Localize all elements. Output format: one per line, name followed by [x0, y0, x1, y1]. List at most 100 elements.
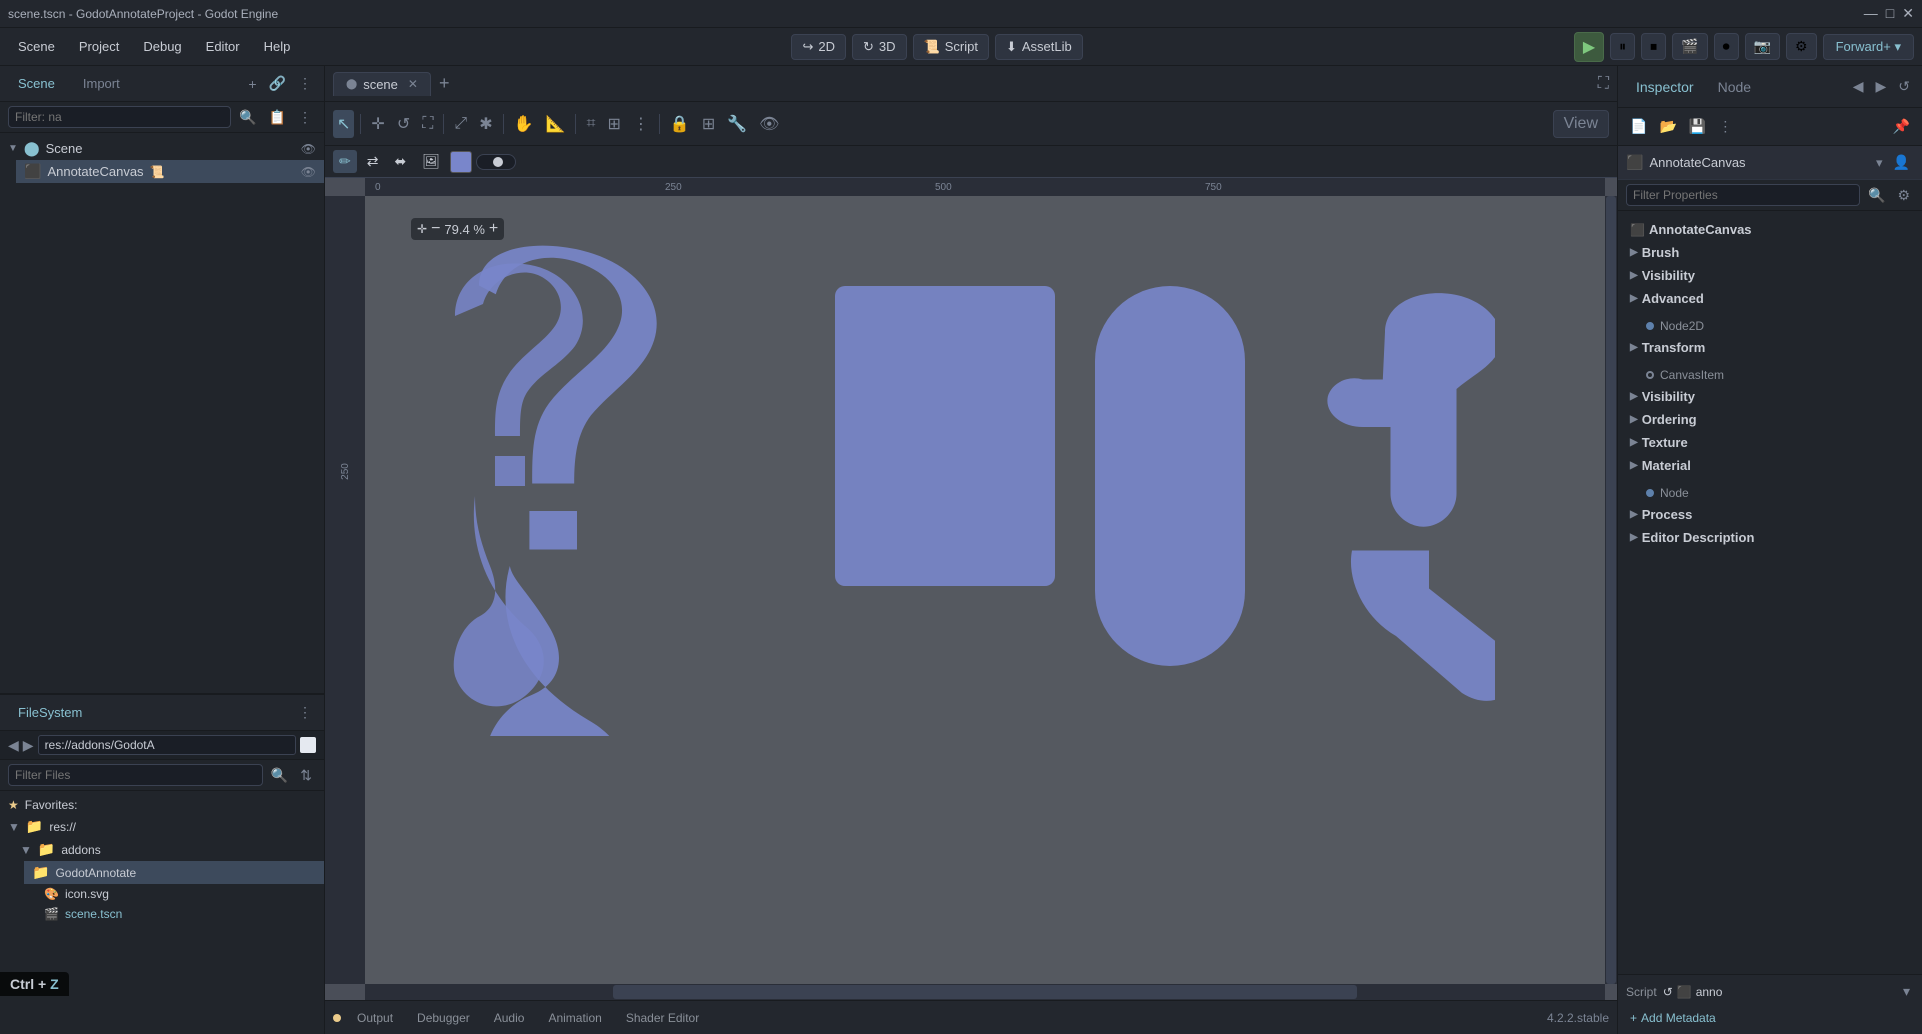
section-visibility2-header[interactable]: ▶ Visibility	[1626, 385, 1914, 408]
menu-scene[interactable]: Scene	[8, 35, 65, 58]
file-item-res[interactable]: ▼ 📁 res://	[0, 815, 324, 838]
tab-expand-btn[interactable]: ⛶	[1598, 75, 1609, 93]
titlebar-controls[interactable]: — □ ✕	[1864, 5, 1914, 22]
path-back-btn[interactable]: ◀	[8, 737, 19, 754]
toolbar-2d-btn[interactable]: ↪ 2D	[791, 34, 846, 60]
tab-inspector[interactable]: Inspector	[1626, 75, 1704, 99]
filter-props-input[interactable]	[1626, 184, 1860, 206]
menu-project[interactable]: Project	[69, 35, 129, 58]
mode-arrows-btn[interactable]: ⇄	[361, 150, 385, 173]
tree-item-scene[interactable]: ▼ ⬤ Scene 👁	[0, 137, 324, 160]
zoom-out-btn[interactable]: −	[431, 220, 440, 238]
file-item-addons[interactable]: ▼ 📁 addons	[12, 838, 324, 861]
tab-output[interactable]: Output	[347, 1008, 403, 1028]
tab-import[interactable]: Import	[73, 72, 130, 95]
move-tool-btn[interactable]: ✛	[367, 110, 388, 138]
scrollbar-vertical[interactable]	[1605, 196, 1617, 984]
link-btn[interactable]: 🔗	[265, 73, 290, 94]
grid-snap-btn[interactable]: ⊞	[604, 110, 625, 138]
add-meta-btn[interactable]: + Add Metadata	[1626, 1008, 1914, 1028]
file-search-icon[interactable]: 🔍	[267, 765, 292, 786]
inspector-forward-btn[interactable]: ▶	[1871, 76, 1890, 97]
brush-size-slider[interactable]	[476, 154, 516, 170]
maximize-btn[interactable]: □	[1886, 5, 1894, 22]
section-brush-header[interactable]: ▶ Brush	[1626, 241, 1914, 264]
file-item-godot-annotate[interactable]: 📁 GodotAnnotate	[24, 861, 324, 884]
inspector-node-options-btn[interactable]: 👤	[1889, 152, 1914, 173]
play-button[interactable]: ▶	[1574, 32, 1604, 62]
section-editor-description-header[interactable]: ▶ Editor Description	[1626, 526, 1914, 549]
inspector-history-btn[interactable]: ↺	[1894, 76, 1914, 97]
open-script-btn[interactable]: 📂	[1655, 116, 1680, 137]
color-swatch[interactable]	[450, 151, 472, 173]
inspector-back-btn[interactable]: ◀	[1849, 76, 1868, 97]
camera-button[interactable]: 📷	[1745, 33, 1780, 60]
step-button[interactable]: 🎬	[1672, 33, 1707, 60]
file-sort-btn[interactable]: ⇅	[296, 765, 316, 786]
stop-button[interactable]: ⏹	[1641, 33, 1666, 60]
tab-animation[interactable]: Animation	[538, 1008, 611, 1028]
section-process-header[interactable]: ▶ Process	[1626, 503, 1914, 526]
menu-help[interactable]: Help	[254, 35, 301, 58]
scrollbar-horizontal[interactable]	[365, 984, 1605, 1000]
group-btn[interactable]: ⊞	[698, 110, 719, 138]
menu-editor[interactable]: Editor	[196, 35, 250, 58]
tab-node[interactable]: Node	[1708, 75, 1761, 99]
file-filter-input[interactable]	[8, 764, 263, 786]
tab-add-btn[interactable]: +	[433, 73, 456, 94]
tab-scene[interactable]: Scene	[8, 72, 65, 95]
tab-debugger[interactable]: Debugger	[407, 1008, 480, 1028]
script-options-btn[interactable]: ⋮	[1714, 116, 1736, 137]
tab-audio[interactable]: Audio	[484, 1008, 535, 1028]
mode-image-btn[interactable]: 🖼	[416, 150, 446, 173]
script-refresh-icon[interactable]: ↺	[1663, 985, 1673, 999]
section-visibility-header[interactable]: ▶ Visibility	[1626, 264, 1914, 287]
section-material-header[interactable]: ▶ Material	[1626, 454, 1914, 477]
transform-tool-btn[interactable]: ⤢	[450, 111, 471, 137]
view-dropdown-btn[interactable]: View	[1553, 110, 1609, 138]
mode-pencil-btn[interactable]: ✏	[333, 150, 357, 173]
scrollbar-thumb-h[interactable]	[613, 985, 1357, 999]
select-tool-btn[interactable]: ↖	[333, 110, 354, 138]
tab-filesystem[interactable]: FileSystem	[8, 701, 92, 724]
rotate-tool-btn[interactable]: ↺	[393, 110, 414, 138]
inspector-pin-btn[interactable]: 📌	[1889, 116, 1914, 137]
filter-props-search-icon[interactable]: 🔍	[1864, 185, 1889, 206]
section-annotate-canvas-header[interactable]: ⬛ AnnotateCanvas	[1626, 218, 1914, 241]
filter-options-btn[interactable]: 📋	[265, 107, 290, 128]
visibility-icon-canvas[interactable]: 👁	[301, 165, 316, 179]
file-item-favorites[interactable]: ★ Favorites:	[0, 795, 324, 815]
filter-props-settings-btn[interactable]: ⚙	[1893, 185, 1914, 206]
section-advanced-header[interactable]: ▶ Advanced	[1626, 287, 1914, 310]
section-texture-header[interactable]: ▶ Texture	[1626, 431, 1914, 454]
save-script-btn[interactable]: 💾	[1685, 116, 1710, 137]
filter-more-btn[interactable]: ⋮	[294, 107, 316, 128]
ruler-tool-btn[interactable]: 📐	[542, 110, 570, 138]
tree-item-annotate-canvas[interactable]: ⬛ AnnotateCanvas 📜 👁	[16, 160, 324, 183]
record-button[interactable]: ⏺	[1714, 33, 1739, 60]
lock-btn[interactable]: 🔒	[666, 110, 694, 138]
minimize-btn[interactable]: —	[1864, 5, 1878, 22]
canvas-area[interactable]: 0 250 500 750 250 ✛ − 79.4 % +	[325, 178, 1617, 1000]
pick-btn[interactable]: 🔧	[723, 110, 751, 138]
zoom-in-btn[interactable]: +	[489, 220, 498, 238]
tab-close-btn[interactable]: ✕	[408, 77, 418, 91]
bone-tool-btn[interactable]: ✱	[475, 110, 496, 138]
scene-filter-input[interactable]	[8, 106, 231, 128]
path-forward-btn[interactable]: ▶	[23, 737, 34, 754]
more-tools-btn[interactable]: ⋮	[629, 110, 653, 138]
file-item-icon-svg[interactable]: 🎨 icon.svg	[36, 884, 324, 904]
section-transform-header[interactable]: ▶ Transform	[1626, 336, 1914, 359]
eye-btn[interactable]: 👁	[755, 110, 783, 138]
new-script-btn[interactable]: 📄	[1626, 116, 1651, 137]
script-dropdown-btn[interactable]: ▾	[1899, 981, 1914, 1002]
mode-arrows2-btn[interactable]: ⬌	[388, 150, 412, 173]
tab-shader-editor[interactable]: Shader Editor	[616, 1008, 709, 1028]
scene-menu-btn[interactable]: ⋮	[294, 73, 316, 94]
file-item-scene-tscn[interactable]: 🎬 scene.tscn	[36, 904, 324, 924]
grid-tool-btn[interactable]: ⌗	[582, 111, 599, 137]
visibility-icon-scene[interactable]: 👁	[301, 142, 316, 156]
pause-button[interactable]: ⏸	[1610, 33, 1635, 60]
editor-tab-scene[interactable]: ⬤ scene ✕	[333, 72, 431, 96]
pan-tool-btn[interactable]: ✋	[510, 110, 538, 138]
